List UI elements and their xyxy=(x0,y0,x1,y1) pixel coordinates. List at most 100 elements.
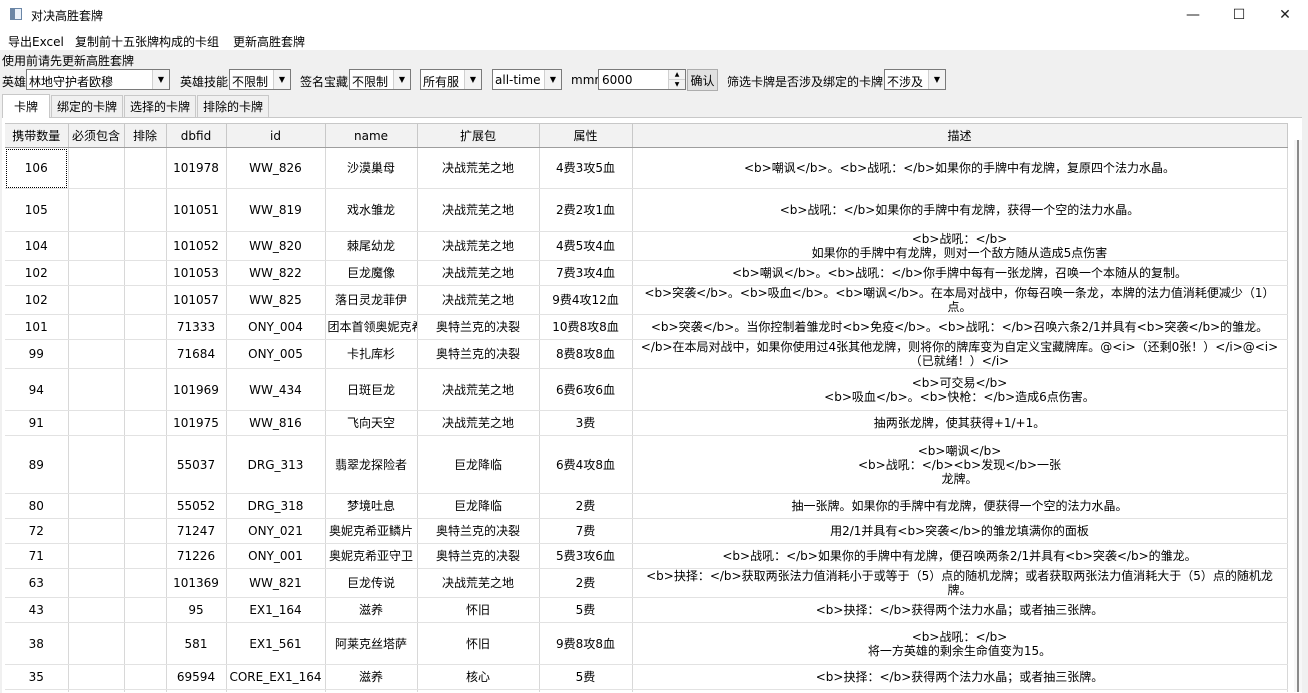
table-row[interactable]: 102 101053 WW_822 巨龙魔像 决战荒芜之地 7费3攻4血 <b>嘲讽</b>… xyxy=(5,260,1288,286)
cell-desc[interactable]: <b>抉择：</b>获取两张法力值消耗小于或等于（5）点的随机龙牌；或者获取两张… xyxy=(632,568,1288,598)
table-row[interactable]: 71 71226 ONY_001 奥妮克希亚守卫 奥特兰克的决裂 5费3攻6血 <b>战吼：… xyxy=(5,543,1288,569)
cell-attr[interactable]: 2费 xyxy=(539,568,633,598)
cell-count[interactable]: 71 xyxy=(5,543,69,569)
cell-exclude[interactable] xyxy=(124,339,167,369)
cell-set[interactable]: 决战荒芜之地 xyxy=(417,231,540,261)
menu-copy-deck[interactable]: 复制前十五张牌构成的卡组 xyxy=(75,33,219,50)
cell-exclude[interactable] xyxy=(124,260,167,286)
cell-attr[interactable]: 7费 xyxy=(539,518,633,544)
cell-id[interactable]: WW_825 xyxy=(226,285,326,315)
cell-id[interactable]: EX1_164 xyxy=(226,597,326,623)
cell-set[interactable]: 怀旧 xyxy=(417,622,540,665)
cell-id[interactable]: ONY_004 xyxy=(226,314,326,340)
cell-exclude[interactable] xyxy=(124,435,167,494)
cell-set[interactable]: 决战荒芜之地 xyxy=(417,285,540,315)
cell-desc[interactable]: </b>在本局对战中，如果你使用过4张其他龙牌，则将你的牌库变为自定义宝藏牌库。… xyxy=(632,339,1288,369)
cell-exclude[interactable] xyxy=(124,285,167,315)
cell-desc[interactable]: 抽一张牌。如果你的手牌中有龙牌，便获得一个空的法力水晶。 xyxy=(632,493,1288,519)
cell-attr[interactable]: 4费5攻4血 xyxy=(539,231,633,261)
cell-count[interactable]: 104 xyxy=(5,231,69,261)
cell-required[interactable] xyxy=(68,622,125,665)
cell-dbfid[interactable]: 101053 xyxy=(166,260,227,286)
table-row[interactable]: 43 95 EX1_164 滋养 怀旧 5费 <b>抉择：</b>获得两个法力水晶；或者抽三… xyxy=(5,597,1288,623)
cell-required[interactable] xyxy=(68,568,125,598)
table-row[interactable]: 106 101978 WW_826 沙漠巢母 决战荒芜之地 4费3攻5血 <b>嘲讽</b>… xyxy=(5,147,1288,189)
cell-set[interactable]: 决战荒芜之地 xyxy=(417,188,540,232)
cell-set[interactable]: 奥特兰克的决裂 xyxy=(417,314,540,340)
cell-set[interactable]: 奥特兰克的决裂 xyxy=(417,339,540,369)
cell-set[interactable]: 决战荒芜之地 xyxy=(417,368,540,411)
cell-required[interactable] xyxy=(68,543,125,569)
cell-name[interactable]: 飞向天空 xyxy=(325,410,418,436)
cell-required[interactable] xyxy=(68,188,125,232)
cell-desc[interactable]: <b>抉择：</b>获得两个法力水晶；或者抽三张牌。 xyxy=(632,664,1288,690)
scrollbar-thumb[interactable] xyxy=(1297,140,1299,692)
header-id[interactable]: id xyxy=(226,123,326,148)
cell-set[interactable]: 奥特兰克的决裂 xyxy=(417,518,540,544)
table-row[interactable]: 72 71247 ONY_021 奥妮克希亚鳞片 奥特兰克的决裂 7费 用2/1并具有<b>… xyxy=(5,518,1288,544)
cell-attr[interactable]: 4费3攻5血 xyxy=(539,147,633,189)
cell-required[interactable] xyxy=(68,597,125,623)
cell-exclude[interactable] xyxy=(124,493,167,519)
cell-attr[interactable]: 8费8攻8血 xyxy=(539,339,633,369)
cell-count[interactable]: 38 xyxy=(5,622,69,665)
cell-dbfid[interactable]: 55052 xyxy=(166,493,227,519)
header-set[interactable]: 扩展包 xyxy=(417,123,540,148)
skill-select[interactable]: 不限制 ▼ xyxy=(229,69,291,90)
cell-attr[interactable]: 9费8攻8血 xyxy=(539,622,633,665)
cell-required[interactable] xyxy=(68,518,125,544)
tab-cards[interactable]: 卡牌 xyxy=(2,94,50,118)
cell-count[interactable]: 99 xyxy=(5,339,69,369)
tab-excluded-cards[interactable]: 排除的卡牌 xyxy=(197,95,269,117)
cell-count[interactable]: 63 xyxy=(5,568,69,598)
table-row[interactable]: 35 69594 CORE_EX1_164 滋养 核心 5费 <b>抉择：</b>获得两个法… xyxy=(5,664,1288,690)
table-row[interactable]: 99 71684 ONY_005 卡扎库杉 奥特兰克的决裂 8费8攻8血 </b>在本局对战… xyxy=(5,339,1288,369)
cell-attr[interactable]: 5费 xyxy=(539,664,633,690)
cell-exclude[interactable] xyxy=(124,597,167,623)
cell-exclude[interactable] xyxy=(124,368,167,411)
cell-set[interactable]: 奥特兰克的决裂 xyxy=(417,543,540,569)
cell-name[interactable]: 落日灵龙菲伊 xyxy=(325,285,418,315)
cell-id[interactable]: ONY_005 xyxy=(226,339,326,369)
minimize-button[interactable]: — xyxy=(1170,0,1216,30)
menu-export-excel[interactable]: 导出Excel xyxy=(8,33,64,50)
cell-exclude[interactable] xyxy=(124,664,167,690)
table-row[interactable]: 102 101057 WW_825 落日灵龙菲伊 决战荒芜之地 9费4攻12血 <b>突袭<… xyxy=(5,285,1288,315)
cell-attr[interactable]: 6费6攻6血 xyxy=(539,368,633,411)
cell-attr[interactable]: 3费 xyxy=(539,410,633,436)
menu-update-decks[interactable]: 更新高胜套牌 xyxy=(233,33,305,50)
cell-required[interactable] xyxy=(68,147,125,189)
cell-dbfid[interactable]: 69594 xyxy=(166,664,227,690)
cell-id[interactable]: WW_822 xyxy=(226,260,326,286)
cell-desc[interactable]: <b>嘲讽</b>。<b>战吼：</b>你手牌中每有一张龙牌，召唤一个本随从的复… xyxy=(632,260,1288,286)
cell-id[interactable]: DRG_318 xyxy=(226,493,326,519)
cell-count[interactable]: 94 xyxy=(5,368,69,411)
cell-name[interactable]: 团本首领奥妮克希亚 xyxy=(325,314,418,340)
cell-count[interactable]: 101 xyxy=(5,314,69,340)
cell-count[interactable]: 91 xyxy=(5,410,69,436)
cell-count[interactable]: 72 xyxy=(5,518,69,544)
cell-id[interactable]: WW_826 xyxy=(226,147,326,189)
cell-name[interactable]: 戏水雏龙 xyxy=(325,188,418,232)
cell-dbfid[interactable]: 71226 xyxy=(166,543,227,569)
cell-set[interactable]: 核心 xyxy=(417,664,540,690)
cell-required[interactable] xyxy=(68,260,125,286)
signature-select[interactable]: 不限制 ▼ xyxy=(349,69,411,90)
cell-required[interactable] xyxy=(68,314,125,340)
cell-dbfid[interactable]: 101051 xyxy=(166,188,227,232)
cell-dbfid[interactable]: 101969 xyxy=(166,368,227,411)
confirm-button[interactable]: 确认 xyxy=(687,69,718,91)
header-desc[interactable]: 描述 xyxy=(632,123,1288,148)
cell-exclude[interactable] xyxy=(124,568,167,598)
cell-id[interactable]: WW_821 xyxy=(226,568,326,598)
header-exclude[interactable]: 排除 xyxy=(124,123,167,148)
cell-required[interactable] xyxy=(68,493,125,519)
cell-set[interactable]: 怀旧 xyxy=(417,597,540,623)
table-row[interactable]: 105 101051 WW_819 戏水雏龙 决战荒芜之地 2费2攻1血 <b>战吼：</b… xyxy=(5,188,1288,232)
cell-id[interactable]: DRG_313 xyxy=(226,435,326,494)
header-required[interactable]: 必须包含 xyxy=(68,123,125,148)
table-row[interactable]: 63 101369 WW_821 巨龙传说 决战荒芜之地 2费 <b>抉择：</b>获取两张… xyxy=(5,568,1288,598)
cell-count[interactable]: 105 xyxy=(5,188,69,232)
cell-attr[interactable]: 2费 xyxy=(539,493,633,519)
cell-name[interactable]: 奥妮克希亚守卫 xyxy=(325,543,418,569)
